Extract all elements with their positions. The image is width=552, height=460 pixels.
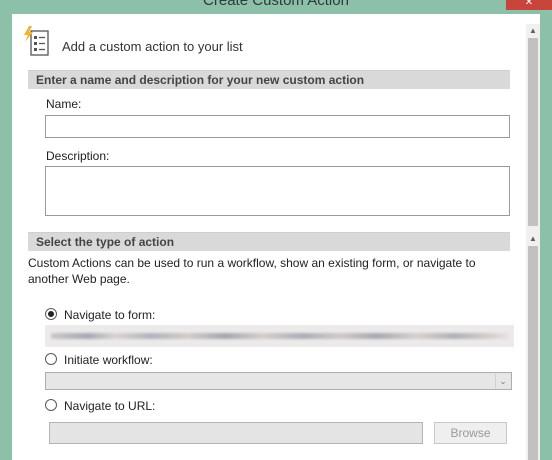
name-label: Name: [46, 97, 82, 111]
scroll-thumb[interactable] [528, 246, 538, 460]
description-input[interactable] [45, 166, 510, 216]
window-titlebar: Create Custom Action ✕ [0, 0, 552, 14]
navigate-to-url-label: Navigate to URL: [64, 399, 156, 413]
browse-button[interactable]: Browse [434, 422, 507, 444]
section-header-name: Enter a name and description for your ne… [28, 70, 510, 89]
custom-action-list-icon [24, 26, 49, 56]
scroll-up-icon[interactable]: ▲ [526, 24, 540, 38]
url-input[interactable] [49, 422, 423, 444]
scroll-thumb[interactable] [528, 38, 538, 226]
close-icon: ✕ [524, 0, 534, 8]
section-title: Enter a name and description for your ne… [36, 73, 365, 87]
chevron-down-icon: ⌄ [495, 374, 510, 388]
navigate-to-form-radio[interactable] [45, 308, 57, 320]
vertical-scrollbar[interactable]: ▲ ▲ [526, 24, 540, 460]
obscured-form-value [51, 333, 509, 339]
workflow-select[interactable]: ⌄ [45, 372, 512, 390]
description-label: Description: [46, 149, 110, 163]
window-title: Create Custom Action [203, 0, 349, 9]
navigate-to-url-radio[interactable] [45, 399, 57, 411]
scroll-up-icon[interactable]: ▲ [526, 232, 540, 246]
dialog-content: ▲ ▲ Add a custom action to your list Ent… [12, 14, 540, 460]
form-selector-field[interactable] [45, 325, 514, 347]
close-button[interactable]: ✕ [506, 0, 552, 10]
action-type-description: Custom Actions can be used to run a work… [28, 256, 476, 286]
initiate-workflow-label: Initiate workflow: [64, 353, 153, 367]
navigate-to-form-label: Navigate to form: [64, 308, 156, 322]
section-header-action-type: Select the type of action [28, 232, 510, 251]
name-input[interactable] [45, 115, 510, 138]
section-title: Select the type of action [36, 235, 175, 249]
page-heading: Add a custom action to your list [62, 39, 243, 54]
initiate-workflow-radio[interactable] [45, 353, 57, 365]
